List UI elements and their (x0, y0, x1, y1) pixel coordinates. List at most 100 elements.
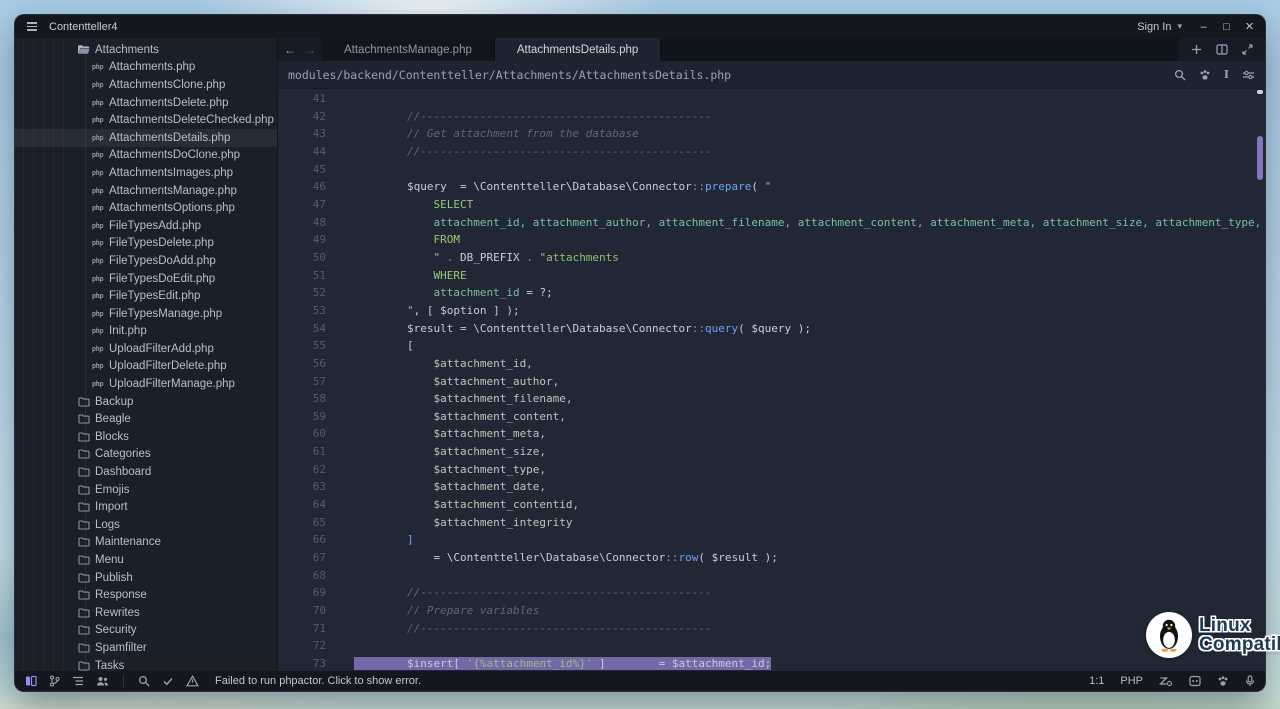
nav-back-icon[interactable]: ← (284, 44, 296, 56)
sidebar-item-folder[interactable]: Menu (15, 551, 277, 569)
sidebar-item-folder[interactable]: Maintenance (15, 534, 277, 552)
sidebar-item-folder[interactable]: Attachments (15, 41, 277, 59)
code-line[interactable]: 47 SELECT (278, 196, 1265, 214)
minimize-button[interactable]: – (1192, 15, 1215, 38)
code-line[interactable]: 60 $attachment_meta, (278, 425, 1265, 443)
lsp-error-message[interactable]: Failed to run phpactor. Click to show er… (215, 675, 421, 687)
git-branch-icon[interactable] (49, 675, 60, 687)
copilot-icon[interactable] (1189, 675, 1201, 687)
assistant-paw-icon[interactable] (1217, 675, 1229, 687)
code-editor[interactable]: 4142 //---------------------------------… (278, 89, 1265, 671)
language-indicator[interactable]: PHP (1120, 675, 1143, 687)
code-line[interactable]: 51 WHERE (278, 267, 1265, 285)
chevron-down-icon[interactable]: ▾ (1175, 21, 1192, 32)
sidebar-item-file[interactable]: phpFileTypesDoAdd.php (15, 252, 277, 270)
code-line[interactable]: 58 $attachment_filename, (278, 390, 1265, 408)
sidebar-item-file[interactable]: phpUploadFilterDelete.php (15, 358, 277, 376)
sidebar-item-file[interactable]: phpFileTypesEdit.php (15, 287, 277, 305)
code-line[interactable]: 53 ", [ $option ] ); (278, 302, 1265, 320)
sidebar-item-file[interactable]: phpFileTypesManage.php (15, 305, 277, 323)
tab-active[interactable]: AttachmentsDetails.php (495, 38, 661, 61)
sidebar-item-folder[interactable]: Rewrites (15, 604, 277, 622)
maximize-button[interactable]: □ (1215, 15, 1238, 38)
sidebar-item-folder[interactable]: Blocks (15, 428, 277, 446)
sidebar-item-folder[interactable]: Logs (15, 516, 277, 534)
sidebar-item-file[interactable]: phpAttachmentsManage.php (15, 182, 277, 200)
code-line[interactable]: 49 FROM (278, 231, 1265, 249)
code-line[interactable]: 54 $result = \Contentteller\Database\Con… (278, 320, 1265, 338)
sidebar-item-file[interactable]: phpFileTypesAdd.php (15, 217, 277, 235)
microphone-icon[interactable] (1245, 675, 1255, 687)
sidebar-item-file[interactable]: phpAttachmentsDetails.php (15, 129, 277, 147)
code-line[interactable]: 44 //-----------------------------------… (278, 143, 1265, 161)
warning-icon[interactable] (186, 675, 199, 687)
code-line[interactable]: 65 $attachment_integrity (278, 514, 1265, 532)
sidebar-item-folder[interactable]: Import (15, 498, 277, 516)
sidebar-item-file[interactable]: phpAttachmentsClone.php (15, 76, 277, 94)
sidebar-item-file[interactable]: phpAttachmentsDeleteChecked.php (15, 111, 277, 129)
code-line[interactable]: 56 $attachment_id, (278, 355, 1265, 373)
sidebar-item-folder[interactable]: Backup (15, 393, 277, 411)
code-line[interactable]: 55 [ (278, 337, 1265, 355)
breadcrumb[interactable]: modules/backend/Contentteller/Attachment… (288, 68, 731, 82)
project-panel[interactable]: AttachmentsphpAttachments.phpphpAttachme… (15, 38, 278, 671)
code-line[interactable]: 67 = \Contentteller\Database\Connector::… (278, 549, 1265, 567)
search-icon[interactable] (1174, 69, 1186, 81)
sidebar-item-folder[interactable]: Tasks (15, 657, 277, 671)
code-line[interactable]: 72 (278, 637, 1265, 655)
code-line[interactable]: 57 $attachment_author, (278, 373, 1265, 391)
sidebar-item-folder[interactable]: Spamfilter (15, 639, 277, 657)
sidebar-item-file[interactable]: phpAttachmentsDelete.php (15, 94, 277, 112)
assistant-paw-icon[interactable] (1199, 69, 1211, 81)
sidebar-item-file[interactable]: phpUploadFilterAdd.php (15, 340, 277, 358)
project-panel-icon[interactable] (25, 675, 37, 687)
outline-icon[interactable] (72, 675, 84, 687)
tab[interactable]: AttachmentsManage.php (322, 38, 495, 61)
sidebar-item-folder[interactable]: Response (15, 586, 277, 604)
sidebar-item-file[interactable]: phpUploadFilterManage.php (15, 375, 277, 393)
sidebar-item-file[interactable]: phpInit.php (15, 323, 277, 341)
sidebar-item-file[interactable]: phpAttachments.php (15, 59, 277, 77)
close-button[interactable]: ✕ (1238, 15, 1261, 38)
sidebar-item-folder[interactable]: Dashboard (15, 463, 277, 481)
collab-icon[interactable] (96, 675, 109, 687)
nav-forward-icon[interactable]: → (304, 44, 316, 56)
code-line[interactable]: 48 attachment_id, attachment_author, att… (278, 214, 1265, 232)
sidebar-item-folder[interactable]: Beagle (15, 410, 277, 428)
sidebar-item-file[interactable]: phpAttachmentsImages.php (15, 164, 277, 182)
sidebar-item-folder[interactable]: Publish (15, 569, 277, 587)
language-server-icon[interactable] (1159, 675, 1173, 687)
editor-scrollbar[interactable] (1256, 89, 1264, 671)
menu-icon[interactable] (15, 22, 41, 30)
code-line[interactable]: 66 ] (278, 531, 1265, 549)
sidebar-item-folder[interactable]: Emojis (15, 481, 277, 499)
code-line[interactable]: 50 " . DB_PREFIX . "attachments (278, 249, 1265, 267)
search-icon[interactable] (138, 675, 150, 687)
code-line[interactable]: 73 $insert[ '{%attachment_id%}' ] = $att… (278, 655, 1265, 671)
cursor-position[interactable]: 1:1 (1089, 675, 1104, 687)
code-line[interactable]: 46 $query = \Contentteller\Database\Conn… (278, 178, 1265, 196)
editor-controls-icon[interactable] (1242, 69, 1255, 81)
expand-pane-icon[interactable] (1242, 44, 1253, 55)
split-pane-icon[interactable] (1216, 44, 1228, 55)
code-line[interactable]: 63 $attachment_date, (278, 478, 1265, 496)
sidebar-item-folder[interactable]: Security (15, 622, 277, 640)
code-line[interactable]: 69 //-----------------------------------… (278, 584, 1265, 602)
code-line[interactable]: 59 $attachment_content, (278, 408, 1265, 426)
code-line[interactable]: 70 // Prepare variables (278, 602, 1265, 620)
diagnostics-check-icon[interactable] (162, 675, 174, 687)
scrollbar-thumb[interactable] (1257, 136, 1263, 180)
sidebar-item-file[interactable]: phpFileTypesDelete.php (15, 235, 277, 253)
code-line[interactable]: 61 $attachment_size, (278, 443, 1265, 461)
code-line[interactable]: 68 (278, 567, 1265, 585)
code-line[interactable]: 62 $attachment_type, (278, 461, 1265, 479)
sidebar-item-folder[interactable]: Categories (15, 446, 277, 464)
code-line[interactable]: 52 attachment_id = ?; (278, 284, 1265, 302)
code-line[interactable]: 45 (278, 161, 1265, 179)
code-line[interactable]: 42 //-----------------------------------… (278, 108, 1265, 126)
sidebar-item-file[interactable]: phpFileTypesDoEdit.php (15, 270, 277, 288)
code-line[interactable]: 64 $attachment_contentid, (278, 496, 1265, 514)
new-tab-icon[interactable] (1191, 44, 1202, 55)
code-line[interactable]: 43 // Get attachment from the database (278, 125, 1265, 143)
sign-in-button[interactable]: Sign In (1127, 21, 1175, 33)
